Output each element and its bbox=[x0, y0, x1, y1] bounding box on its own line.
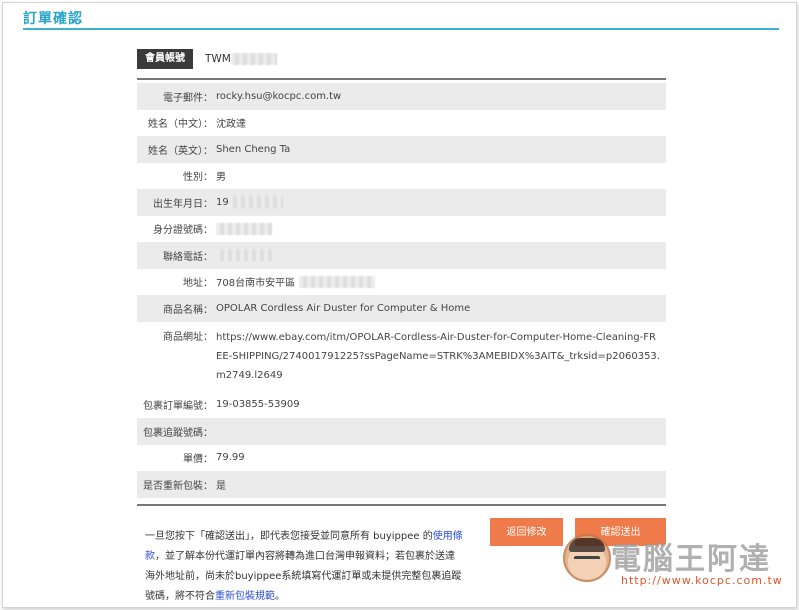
id-number-value bbox=[213, 222, 272, 235]
terms-notice: 一旦您按下「確認送出」，即代表您接受並同意所有 buyippee 的使用條款，並… bbox=[145, 527, 463, 607]
row-price: 單價： 79.99 bbox=[137, 445, 666, 472]
field-label: 單價： bbox=[183, 454, 213, 466]
gender-value: 男 bbox=[216, 172, 226, 184]
repack-value: 是 bbox=[216, 480, 226, 492]
order-confirm-panel: 訂單確認 會員帳號 TWM 電子郵件： rocky.hsu@kocpc.com.… bbox=[2, 2, 797, 608]
address-text: 708台南市安平區 bbox=[216, 278, 296, 290]
email-value: rocky.hsu@kocpc.com.tw bbox=[216, 90, 342, 102]
order-details: 電子郵件： rocky.hsu@kocpc.com.tw 姓名（中文）： 沈政達… bbox=[137, 83, 666, 498]
name-zh-value: 沈政達 bbox=[216, 119, 246, 131]
account-badge: 會員帳號 bbox=[137, 49, 193, 69]
product-url-value: https://www.ebay.com/itm/OPOLAR-Cordless… bbox=[216, 331, 660, 381]
repack-rules-link[interactable]: 重新包裝規範 bbox=[215, 591, 275, 602]
address-value: 708台南市安平區 bbox=[213, 274, 376, 290]
row-tracking-no: 包裹追蹤號碼： bbox=[137, 418, 666, 445]
field-label: 電子郵件： bbox=[163, 92, 213, 104]
field-label: 出生年月日： bbox=[153, 198, 213, 210]
field-label: 姓名（英文）： bbox=[148, 145, 213, 157]
redacted-block bbox=[230, 53, 277, 65]
notice-text: 。 bbox=[275, 591, 285, 602]
account-row: 會員帳號 TWM bbox=[137, 49, 277, 69]
row-phone: 聯絡電話： bbox=[137, 242, 666, 269]
redacted-block bbox=[228, 196, 283, 209]
product-name-value: OPOLAR Cordless Air Duster for Computer … bbox=[216, 302, 471, 314]
field-label: 地址： bbox=[183, 278, 213, 290]
field-label: 包裹訂單編號： bbox=[143, 401, 213, 413]
redacted-block bbox=[216, 249, 276, 262]
page-title: 訂單確認 bbox=[23, 11, 83, 27]
phone-value bbox=[213, 249, 276, 262]
row-name-zh: 姓名（中文）： 沈政達 bbox=[137, 110, 666, 137]
redacted-block bbox=[299, 275, 376, 288]
row-product-url: 商品網址： https://www.ebay.com/itm/OPOLAR-Co… bbox=[137, 322, 666, 392]
field-label: 身分證號碼： bbox=[153, 225, 213, 237]
order-no-value: 19-03855-53909 bbox=[216, 399, 300, 411]
confirm-submit-button[interactable]: 確認送出 bbox=[575, 518, 666, 546]
watermark-url: http://www.kocpc.com.tw bbox=[621, 574, 783, 587]
row-email: 電子郵件： rocky.hsu@kocpc.com.tw bbox=[137, 83, 666, 110]
name-en-value: Shen Cheng Ta bbox=[216, 143, 291, 155]
row-product-name: 商品名稱： OPOLAR Cordless Air Duster for Com… bbox=[137, 295, 666, 322]
field-label: 姓名（中文）： bbox=[148, 119, 213, 131]
account-value-text: TWM bbox=[205, 53, 231, 65]
row-order-no: 包裹訂單編號： 19-03855-53909 bbox=[137, 392, 666, 419]
table-top-rule bbox=[137, 78, 666, 80]
row-name-en: 姓名（英文）： Shen Cheng Ta bbox=[137, 136, 666, 163]
row-birthday: 出生年月日： 19 bbox=[137, 189, 666, 216]
price-value: 79.99 bbox=[216, 452, 245, 464]
field-label: 性別： bbox=[183, 172, 213, 184]
title-divider bbox=[23, 28, 779, 30]
table-bottom-rule bbox=[137, 504, 666, 506]
row-gender: 性別： 男 bbox=[137, 163, 666, 190]
row-id-number: 身分證號碼： bbox=[137, 216, 666, 243]
row-address: 地址： 708台南市安平區 bbox=[137, 269, 666, 296]
birthday-value: 19 bbox=[213, 196, 283, 209]
redacted-block bbox=[216, 222, 272, 235]
field-label: 商品名稱： bbox=[163, 304, 213, 316]
back-edit-button[interactable]: 返回修改 bbox=[490, 518, 563, 546]
notice-text: ，並了解本份代運訂單內容將轉為進口台灣申報資料；若包裹於送達海外地址前，尚未於b… bbox=[145, 551, 462, 602]
row-repack: 是否重新包裝： 是 bbox=[137, 471, 666, 498]
account-value: TWM bbox=[205, 53, 277, 65]
notice-text: 一旦您按下「確認送出」，即代表您接受並同意所有 buyippee 的 bbox=[145, 531, 433, 542]
field-label: 是否重新包裝： bbox=[143, 480, 213, 492]
field-label: 商品網址： bbox=[163, 331, 213, 343]
field-label: 聯絡電話： bbox=[163, 251, 213, 263]
birthday-text: 19 bbox=[216, 196, 229, 208]
field-label: 包裹追蹤號碼： bbox=[143, 427, 213, 439]
